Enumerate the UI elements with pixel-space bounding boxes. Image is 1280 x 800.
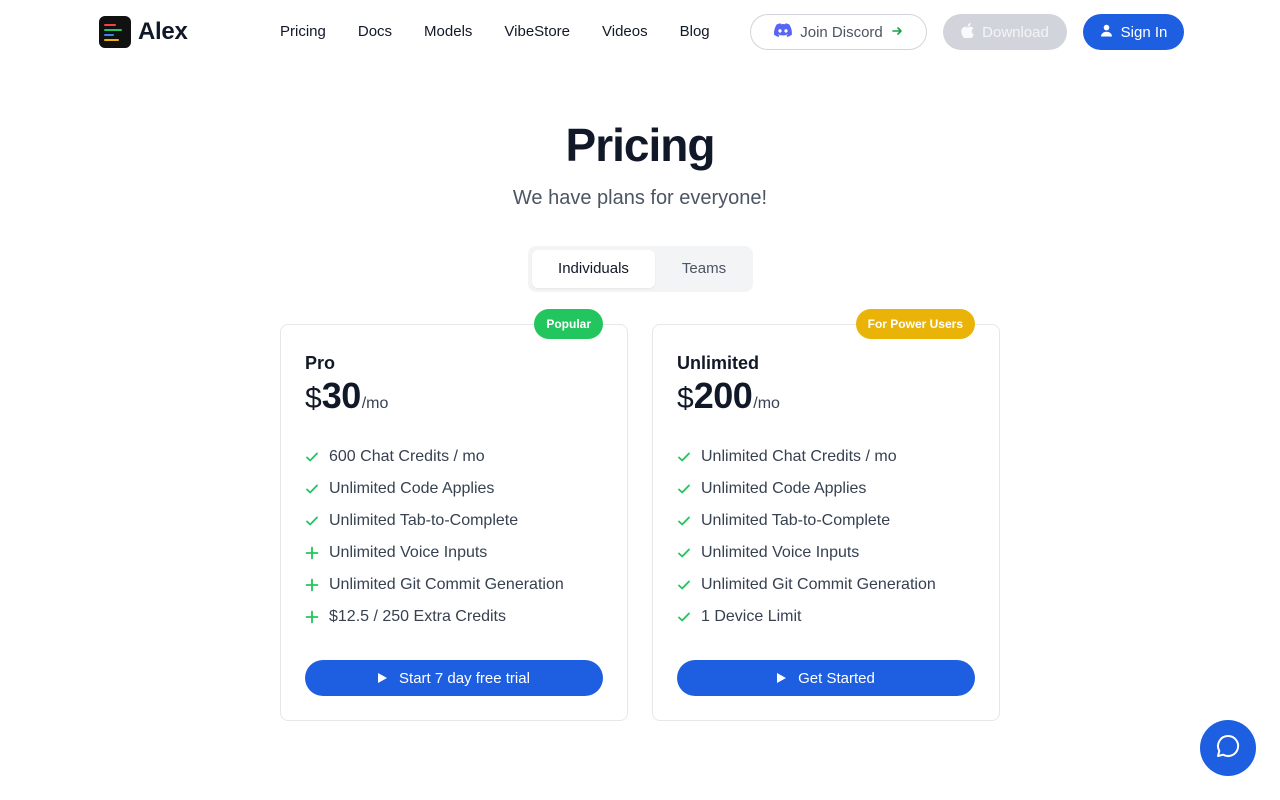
plan-type-toggle: Individuals Teams bbox=[528, 246, 753, 292]
feature-text: Unlimited Git Commit Generation bbox=[701, 576, 936, 593]
plan-card-pro: Popular Pro $ 30 /mo 600 Chat Credits / … bbox=[280, 309, 628, 721]
apple-icon bbox=[961, 22, 974, 42]
check-icon bbox=[305, 450, 329, 464]
feature-text: Unlimited Chat Credits / mo bbox=[701, 448, 897, 465]
feature-item: Unlimited Git Commit Generation bbox=[677, 569, 936, 601]
get-started-label: Get Started bbox=[798, 669, 875, 687]
toggle-teams[interactable]: Teams bbox=[659, 250, 749, 288]
play-icon bbox=[777, 670, 787, 687]
nav-link-videos[interactable]: Videos bbox=[602, 22, 648, 42]
check-icon bbox=[677, 546, 701, 560]
feature-text: 1 Device Limit bbox=[701, 608, 802, 625]
brand-link[interactable]: Alex bbox=[99, 16, 188, 48]
nav-link-vibestore[interactable]: VibeStore bbox=[504, 22, 570, 42]
feature-item: Unlimited Voice Inputs bbox=[677, 537, 936, 569]
feature-text: Unlimited Tab-to-Complete bbox=[329, 512, 519, 529]
download-label: Download bbox=[982, 23, 1049, 41]
feature-list: Unlimited Chat Credits / mo Unlimited Co… bbox=[677, 441, 936, 633]
price-currency: $ bbox=[305, 382, 322, 415]
feature-item: Unlimited Code Applies bbox=[305, 473, 564, 505]
nav-link-pricing[interactable]: Pricing bbox=[280, 22, 326, 42]
feature-text: Unlimited Code Applies bbox=[329, 480, 495, 497]
get-started-button[interactable]: Get Started bbox=[677, 660, 975, 696]
plan-name: Unlimited bbox=[677, 353, 760, 373]
join-discord-label: Join Discord bbox=[800, 23, 883, 41]
plus-icon bbox=[305, 546, 329, 560]
check-icon bbox=[305, 482, 329, 496]
chat-support-button[interactable] bbox=[1200, 720, 1256, 776]
sign-in-button[interactable]: Sign In bbox=[1083, 14, 1184, 50]
feature-item: Unlimited Tab-to-Complete bbox=[305, 505, 564, 537]
feature-item: Unlimited Voice Inputs bbox=[305, 537, 564, 569]
sign-in-label: Sign In bbox=[1120, 23, 1168, 41]
check-icon bbox=[677, 482, 701, 496]
feature-text: 600 Chat Credits / mo bbox=[329, 448, 485, 465]
nav-link-docs[interactable]: Docs bbox=[358, 22, 392, 42]
nav-link-models[interactable]: Models bbox=[424, 22, 472, 42]
plus-icon bbox=[305, 578, 329, 592]
start-trial-button[interactable]: Start 7 day free trial bbox=[305, 660, 603, 696]
power-users-badge: For Power Users bbox=[855, 309, 975, 339]
plan-price: $ 30 /mo bbox=[305, 375, 388, 417]
check-icon bbox=[677, 450, 701, 464]
price-currency: $ bbox=[677, 382, 694, 415]
check-icon bbox=[677, 578, 701, 592]
price-period: /mo bbox=[753, 395, 780, 412]
feature-text: Unlimited Tab-to-Complete bbox=[701, 512, 891, 529]
chat-bubble-icon bbox=[1215, 733, 1241, 764]
download-button[interactable]: Download bbox=[943, 14, 1067, 50]
feature-item: Unlimited Git Commit Generation bbox=[305, 569, 564, 601]
user-icon bbox=[1100, 24, 1113, 41]
plan-card-unlimited: For Power Users Unlimited $ 200 /mo Unli… bbox=[652, 309, 1000, 721]
join-discord-button[interactable]: Join Discord bbox=[750, 14, 927, 50]
popular-badge: Popular bbox=[534, 309, 603, 339]
toggle-individuals[interactable]: Individuals bbox=[532, 250, 655, 288]
nav-link-blog[interactable]: Blog bbox=[680, 22, 710, 42]
start-trial-label: Start 7 day free trial bbox=[399, 669, 530, 687]
feature-item: Unlimited Code Applies bbox=[677, 473, 936, 505]
feature-item: $12.5 / 250 Extra Credits bbox=[305, 601, 564, 633]
plan-price: $ 200 /mo bbox=[677, 375, 780, 417]
feature-text: Unlimited Voice Inputs bbox=[329, 544, 488, 561]
brand-name: Alex bbox=[138, 18, 188, 45]
feature-text: Unlimited Git Commit Generation bbox=[329, 576, 564, 593]
feature-item: 600 Chat Credits / mo bbox=[305, 441, 564, 473]
check-icon bbox=[305, 514, 329, 528]
price-amount: 200 bbox=[693, 375, 753, 416]
feature-item: 1 Device Limit bbox=[677, 601, 936, 633]
feature-text: Unlimited Voice Inputs bbox=[701, 544, 860, 561]
feature-text: $12.5 / 250 Extra Credits bbox=[329, 608, 506, 625]
site-header: Alex Pricing Docs Models VibeStore Video… bbox=[0, 0, 1280, 64]
page-subtitle: We have plans for everyone! bbox=[512, 187, 768, 209]
main-nav: Pricing Docs Models VibeStore Videos Blo… bbox=[280, 22, 710, 42]
feature-item: Unlimited Chat Credits / mo bbox=[677, 441, 936, 473]
page-title: Pricing bbox=[565, 119, 716, 171]
check-icon bbox=[677, 514, 701, 528]
price-amount: 30 bbox=[321, 375, 362, 416]
app-logo-icon bbox=[99, 16, 131, 48]
arrow-right-icon bbox=[891, 24, 903, 41]
feature-item: Unlimited Tab-to-Complete bbox=[677, 505, 936, 537]
discord-icon bbox=[774, 23, 793, 41]
plus-icon bbox=[305, 610, 329, 624]
plan-name: Pro bbox=[305, 353, 336, 373]
price-period: /mo bbox=[361, 395, 389, 412]
feature-list: 600 Chat Credits / mo Unlimited Code App… bbox=[305, 441, 564, 633]
play-icon bbox=[378, 670, 388, 687]
check-icon bbox=[677, 610, 701, 624]
feature-text: Unlimited Code Applies bbox=[701, 480, 867, 497]
